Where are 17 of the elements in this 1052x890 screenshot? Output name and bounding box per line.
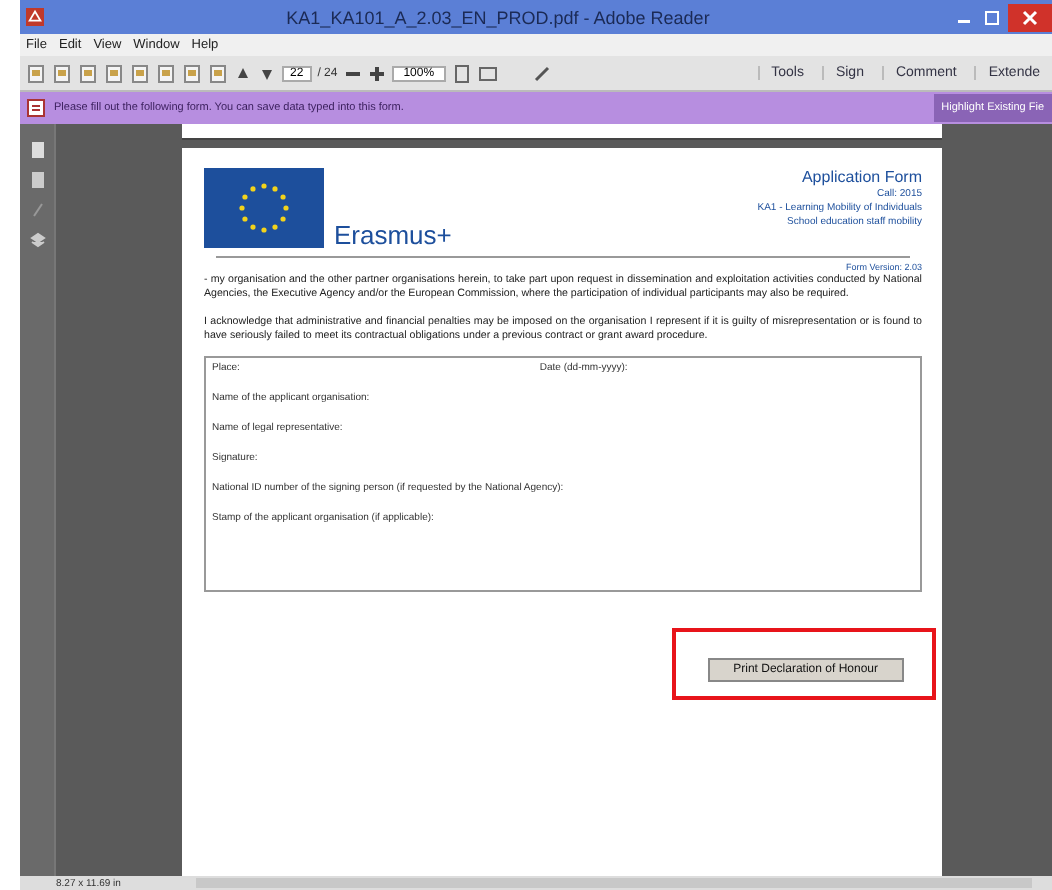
scroll-bar[interactable]	[196, 878, 1032, 888]
pages-icon[interactable]	[29, 170, 45, 190]
fit-width-icon[interactable]	[478, 63, 499, 83]
eu-flag-icon	[204, 168, 324, 248]
window-title: KA1_KA101_A_2.03_EN_PROD.pdf - Adobe Reader	[284, 7, 712, 27]
header-text: Application Form	[801, 168, 922, 186]
maximize-icon[interactable]	[980, 7, 1004, 27]
page-icon[interactable]	[29, 140, 45, 160]
app-icon	[26, 8, 44, 26]
arrow-up-icon[interactable]	[234, 63, 252, 83]
fit-page-icon[interactable]	[452, 63, 473, 83]
layers-icon[interactable]	[29, 230, 45, 250]
zoom-in-icon[interactable]	[367, 63, 386, 83]
form-icon	[26, 98, 46, 118]
close-icon[interactable]	[1008, 3, 1052, 31]
expand-icon[interactable]	[532, 63, 553, 83]
logo-text: Erasmus+	[334, 222, 452, 248]
